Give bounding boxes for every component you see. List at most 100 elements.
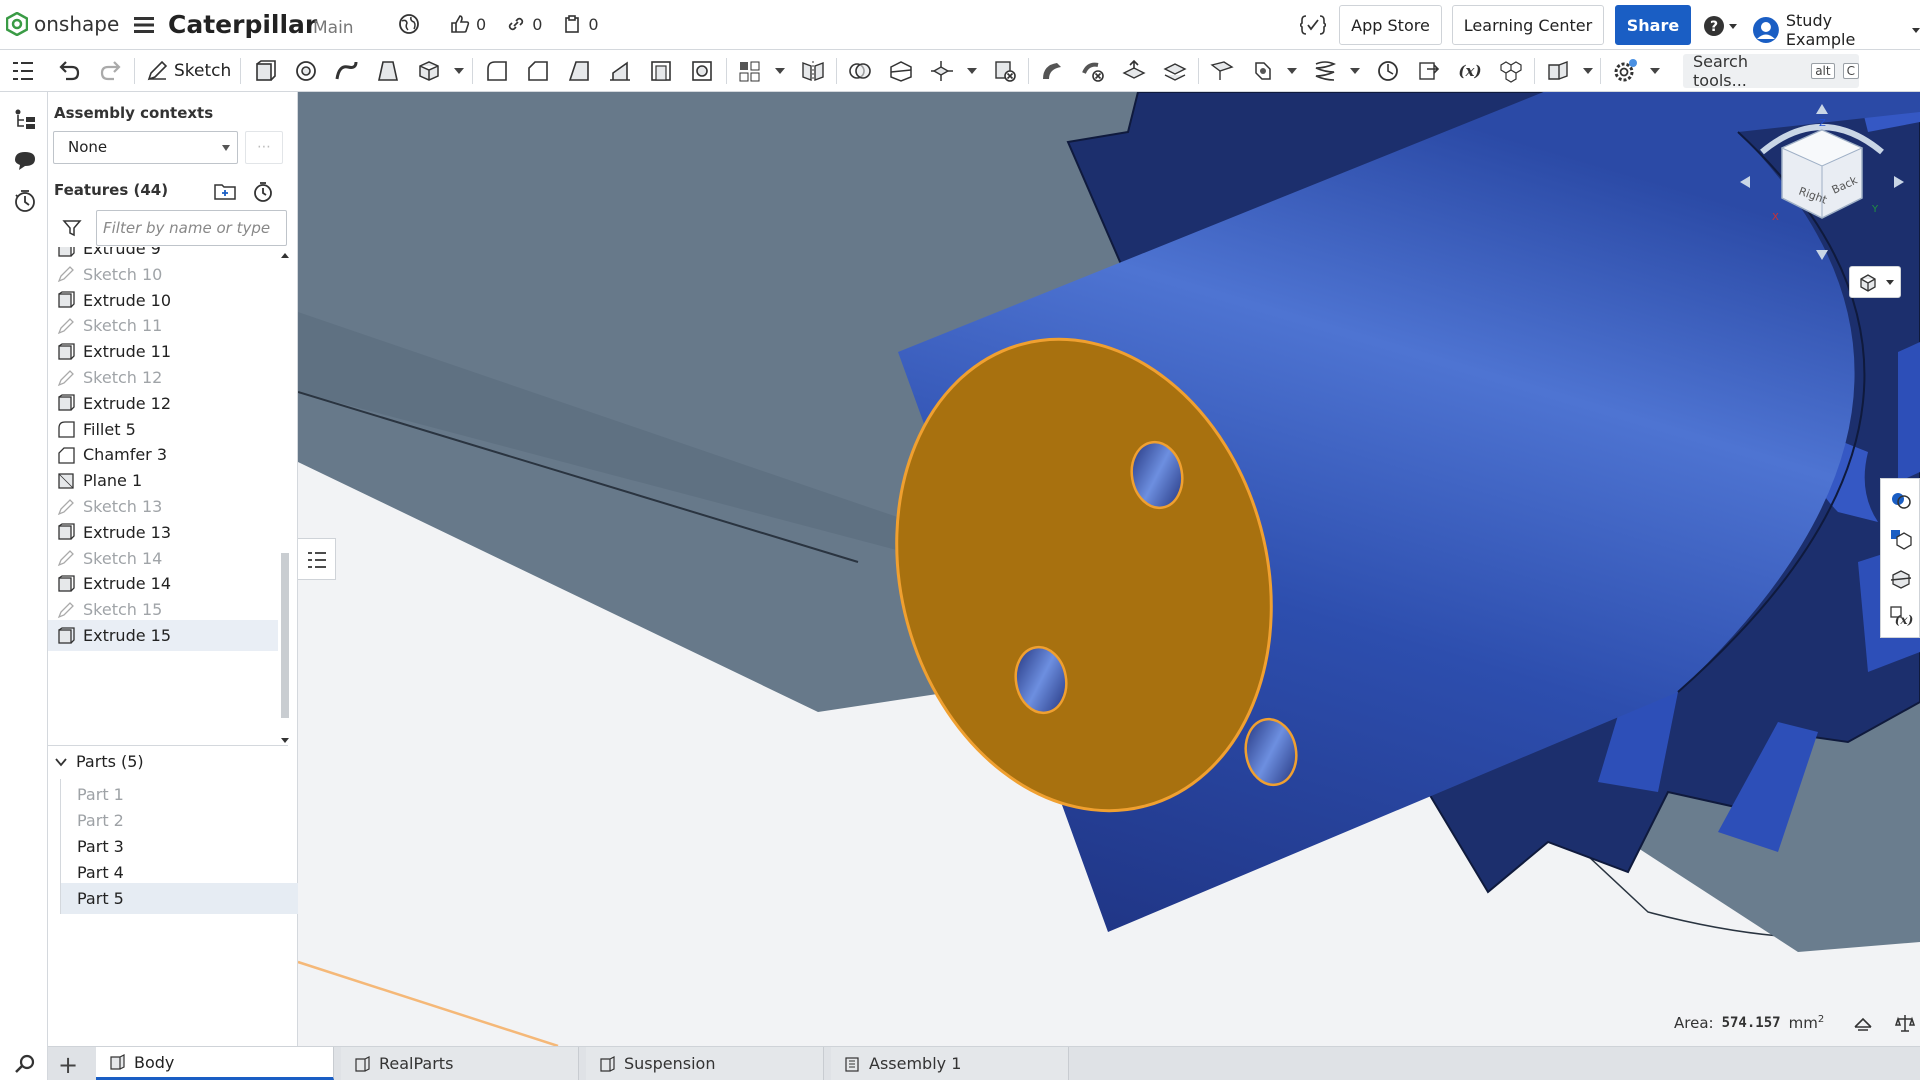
view-mode-dropdown[interactable]: [1849, 266, 1901, 298]
redo-icon[interactable]: [98, 59, 124, 83]
add-folder-icon[interactable]: [213, 180, 237, 202]
share-button[interactable]: Share: [1615, 5, 1691, 45]
document-title[interactable]: Caterpillar: [168, 10, 317, 39]
chevron-down-icon[interactable]: [454, 68, 464, 74]
view-arrow-up[interactable]: [1816, 104, 1828, 114]
context-options-button[interactable]: ⋯: [245, 131, 283, 164]
chevron-down-icon[interactable]: [1583, 68, 1593, 74]
tab-realparts[interactable]: RealParts: [341, 1047, 579, 1080]
add-tab-button[interactable]: +: [58, 1051, 78, 1079]
branch-name[interactable]: Main: [313, 18, 354, 38]
replace-face-icon[interactable]: [1162, 59, 1188, 83]
transform-icon[interactable]: [929, 59, 955, 83]
derived-icon[interactable]: [1416, 59, 1442, 83]
section-view-icon[interactable]: [1889, 567, 1913, 591]
app-store-button[interactable]: App Store: [1339, 5, 1442, 45]
learning-center-button[interactable]: Learning Center: [1452, 5, 1604, 45]
undo-icon[interactable]: [56, 59, 82, 83]
view-arrow-down[interactable]: [1816, 250, 1828, 260]
materials-icon[interactable]: [1889, 527, 1913, 551]
scroll-thumb[interactable]: [281, 553, 289, 718]
chevron-down-icon[interactable]: [1350, 68, 1360, 74]
extrude-icon[interactable]: [252, 59, 278, 83]
pencil-icon: [147, 60, 168, 81]
axis-z-label: Z: [1819, 118, 1826, 129]
mate-connector-icon[interactable]: [1250, 59, 1276, 83]
copies-counter[interactable]: 0: [562, 14, 599, 34]
linear-pattern-icon[interactable]: [737, 59, 763, 83]
tab-suspension[interactable]: Suspension: [586, 1047, 824, 1080]
chevron-down-icon[interactable]: [1650, 68, 1660, 74]
plane-icon[interactable]: [1209, 59, 1235, 83]
composite-part-icon[interactable]: [1498, 59, 1524, 83]
sketch-button[interactable]: Sketch: [146, 58, 231, 84]
part-item[interactable]: Part 5: [60, 883, 298, 914]
3d-model-view[interactable]: [298, 92, 1920, 1046]
search-icon[interactable]: [12, 1050, 38, 1076]
variable-studio-icon[interactable]: [1300, 14, 1326, 36]
revolve-icon[interactable]: [293, 59, 319, 83]
search-tools-input[interactable]: Search tools... alt C: [1683, 52, 1859, 90]
helix-icon[interactable]: [1312, 59, 1338, 83]
hole-icon[interactable]: [689, 59, 715, 83]
chevron-down-icon[interactable]: [1287, 68, 1297, 74]
custom-features-gear-icon[interactable]: [1612, 59, 1638, 83]
rollback-timer-icon[interactable]: [251, 180, 275, 204]
view-arrow-left[interactable]: [1740, 176, 1750, 188]
move-face-icon[interactable]: [1121, 59, 1147, 83]
mirror-icon[interactable]: [800, 59, 826, 83]
user-menu[interactable]: Study Example: [1752, 11, 1920, 49]
likes-counter[interactable]: 0: [450, 14, 486, 34]
feature-filter-input[interactable]: Filter by name or type: [96, 210, 287, 246]
configurations-icon[interactable]: [12, 106, 38, 132]
sweep-icon[interactable]: [334, 59, 360, 83]
thicken-icon[interactable]: [416, 59, 442, 83]
fillet-icon[interactable]: [484, 59, 510, 83]
view-arrow-right[interactable]: [1894, 176, 1904, 188]
feature-list-toggle-icon[interactable]: [10, 59, 36, 83]
feature-item[interactable]: Extrude 15: [48, 620, 278, 651]
measurement-readout: Area: 574.157 mm2: [1674, 1013, 1916, 1033]
assembly-context-select[interactable]: None: [53, 131, 238, 164]
delete-part-icon[interactable]: [992, 59, 1018, 83]
scroll-up-arrow[interactable]: [281, 253, 289, 258]
delete-face-icon[interactable]: [1080, 59, 1106, 83]
sketch-icon: [57, 317, 74, 335]
tab-assembly-1[interactable]: Assembly 1: [831, 1047, 1069, 1080]
menu-icon[interactable]: [134, 16, 154, 34]
sketch-icon: [57, 601, 74, 618]
rib-icon[interactable]: [607, 59, 633, 83]
chevron-down-icon[interactable]: [967, 68, 977, 74]
filter-icon[interactable]: [62, 218, 82, 238]
variable-icon[interactable]: (x): [1457, 59, 1483, 83]
measure-circle-icon[interactable]: [1375, 59, 1401, 83]
feature-list-scrollbar[interactable]: [280, 250, 290, 746]
svg-text:?: ?: [1710, 19, 1718, 35]
modify-fillet-icon[interactable]: [1039, 59, 1065, 83]
tab-body[interactable]: Body: [96, 1047, 334, 1080]
shell-icon[interactable]: [648, 59, 674, 83]
boolean-icon[interactable]: [847, 59, 873, 83]
loft-icon[interactable]: [375, 59, 401, 83]
view-cube[interactable]: Right Back Z X Y: [1722, 102, 1920, 272]
graphics-viewport[interactable]: Right Back Z X Y: [298, 92, 1920, 1046]
appearance-icon[interactable]: [1889, 487, 1913, 511]
chamfer-icon[interactable]: [525, 59, 551, 83]
onshape-logo[interactable]: onshape: [6, 12, 119, 36]
mass-properties-icon[interactable]: [1852, 1013, 1874, 1033]
measure-ruler-icon[interactable]: [1894, 1013, 1916, 1033]
globe-icon[interactable]: [398, 13, 420, 35]
split-icon[interactable]: [888, 59, 914, 83]
draft-icon[interactable]: [566, 59, 592, 83]
help-menu[interactable]: ?: [1703, 15, 1737, 37]
version-history-icon[interactable]: [12, 188, 38, 214]
sheet-metal-icon[interactable]: [1545, 59, 1571, 83]
parts-header[interactable]: Parts (5): [54, 752, 144, 771]
scroll-down-arrow[interactable]: [281, 738, 289, 743]
feature-list-collapse-button[interactable]: [298, 538, 336, 580]
chevron-down-icon[interactable]: [775, 68, 785, 74]
links-counter[interactable]: 0: [506, 14, 542, 34]
variables-panel-icon[interactable]: (x): [1889, 605, 1913, 629]
left-icon-rail: [0, 92, 48, 1080]
comments-icon[interactable]: [12, 148, 38, 174]
